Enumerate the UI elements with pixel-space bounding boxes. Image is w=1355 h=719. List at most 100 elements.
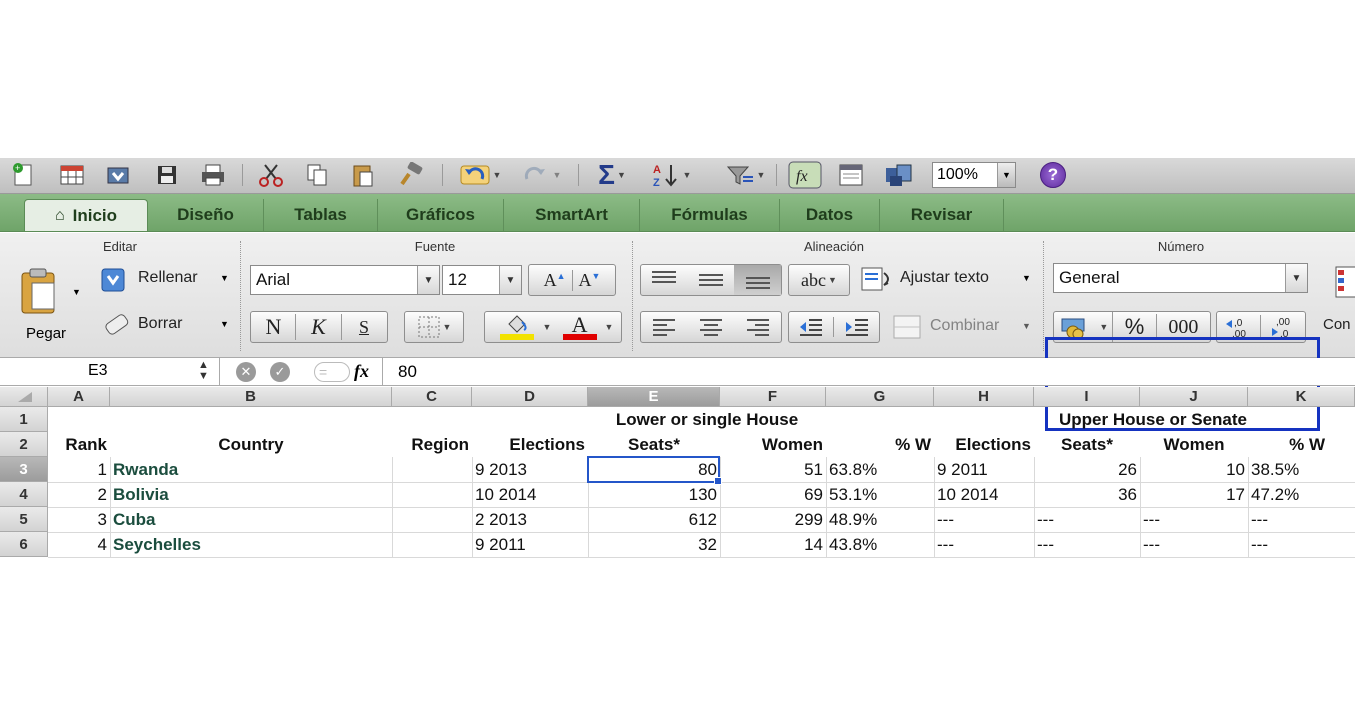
row-header[interactable]: 5	[0, 507, 48, 532]
fill-button[interactable]: Rellenar ▼	[100, 265, 234, 295]
conditional-format-button[interactable]: Con Fo	[1322, 261, 1355, 351]
increase-font-size-icon[interactable]: A▲	[538, 269, 573, 291]
cell-lower-house-title[interactable]: Lower or single House	[588, 407, 826, 432]
increase-indent-icon[interactable]	[834, 317, 879, 337]
cell-percent-women[interactable]: 53.1%	[826, 482, 934, 507]
cell-percent-women-upper[interactable]: 38.5%	[1248, 457, 1355, 482]
redo-button[interactable]: ▼	[516, 160, 566, 190]
cell-country[interactable]: Rwanda	[110, 457, 392, 482]
print-icon[interactable]	[196, 160, 230, 190]
cell-region[interactable]	[392, 457, 472, 482]
cell-rank[interactable]: 3	[48, 507, 110, 532]
cell-women[interactable]: 69	[720, 482, 826, 507]
header-cell[interactable]: Country	[110, 432, 392, 457]
header-cell[interactable]: Seats*	[588, 432, 720, 457]
cell-seats[interactable]: 32	[588, 532, 720, 557]
decrease-indent-icon[interactable]	[789, 317, 834, 337]
cell-percent-women-upper[interactable]: ---	[1248, 532, 1355, 557]
cell-rank[interactable]: 1	[48, 457, 110, 482]
tab-graficos[interactable]: Gráficos	[378, 199, 504, 231]
tab-revisar[interactable]: Revisar	[880, 199, 1004, 231]
toolbox-icon[interactable]	[834, 160, 868, 190]
open-icon[interactable]	[102, 160, 134, 190]
cell-country[interactable]: Seychelles	[110, 532, 392, 557]
fx-icon[interactable]: fx	[354, 361, 369, 382]
tab-smartart[interactable]: SmartArt	[504, 199, 640, 231]
cell-upper-house-title[interactable]: Upper House or Senate	[1034, 407, 1272, 432]
formula-mode-icon[interactable]: =	[314, 362, 350, 382]
cut-icon[interactable]	[254, 160, 288, 190]
merge-button[interactable]: Combinar ▼	[892, 311, 1038, 343]
cell-region[interactable]	[392, 507, 472, 532]
align-right-icon[interactable]	[734, 318, 781, 336]
cell-women-upper[interactable]: ---	[1140, 507, 1248, 532]
paste-icon[interactable]	[348, 160, 378, 190]
decrease-font-size-icon[interactable]: A▼	[573, 270, 607, 291]
row-header[interactable]: 4	[0, 482, 48, 507]
tab-inicio[interactable]: ⌂ Inicio	[24, 199, 148, 231]
header-cell[interactable]: Rank	[48, 432, 110, 457]
header-cell[interactable]: Region	[392, 432, 472, 457]
tab-diseno[interactable]: Diseño	[148, 199, 264, 231]
cell-country[interactable]: Cuba	[110, 507, 392, 532]
cell-elections-upper[interactable]: 10 2014	[934, 482, 1034, 507]
column-header[interactable]: F	[720, 387, 826, 407]
number-format-select[interactable]: General ▼	[1053, 263, 1308, 293]
new-document-icon[interactable]: +	[8, 160, 38, 190]
percent-button[interactable]: %	[1113, 314, 1157, 340]
tab-tablas[interactable]: Tablas	[264, 199, 378, 231]
column-header[interactable]: H	[934, 387, 1034, 407]
save-icon[interactable]	[152, 160, 182, 190]
sort-icon[interactable]: A Z ▼	[646, 160, 696, 190]
cell-percent-women-upper[interactable]: 47.2%	[1248, 482, 1355, 507]
font-size-select[interactable]: 12 ▼	[442, 265, 522, 295]
header-cell[interactable]: % W	[826, 432, 934, 457]
cell-region[interactable]	[392, 482, 472, 507]
cell-percent-women-upper[interactable]: ---	[1248, 507, 1355, 532]
cell-region[interactable]	[392, 532, 472, 557]
row-header[interactable]: 2	[0, 432, 48, 457]
clear-button[interactable]: Borrar ▼	[100, 311, 234, 341]
align-center-icon[interactable]	[688, 318, 735, 336]
header-cell[interactable]: Elections	[472, 432, 588, 457]
cell-country[interactable]: Bolivia	[110, 482, 392, 507]
cell-women[interactable]: 51	[720, 457, 826, 482]
function-icon[interactable]: fx	[786, 160, 824, 190]
active-cell-selection[interactable]	[587, 456, 722, 485]
gallery-icon[interactable]	[56, 160, 88, 190]
formula-input[interactable]: 80	[398, 362, 417, 382]
cell-women[interactable]: 14	[720, 532, 826, 557]
decrease-decimal-icon[interactable]: ,00,0	[1261, 315, 1305, 339]
wrap-text-button[interactable]: Ajustar texto ▼	[860, 263, 1038, 295]
cell-elections[interactable]: 10 2014	[472, 482, 588, 507]
cell-seats-upper[interactable]: ---	[1034, 507, 1140, 532]
cell-elections-upper[interactable]: ---	[934, 507, 1034, 532]
cell-seats-upper[interactable]: 36	[1034, 482, 1140, 507]
tab-formulas[interactable]: Fórmulas	[640, 199, 780, 231]
text-orientation-button[interactable]: abc ▼	[788, 264, 850, 296]
column-header[interactable]: D	[472, 387, 588, 407]
row-header[interactable]: 6	[0, 532, 48, 557]
help-icon[interactable]: ?	[1040, 162, 1066, 188]
cell-women-upper[interactable]: 10	[1140, 457, 1248, 482]
header-cell[interactable]: Women	[1140, 432, 1248, 457]
cell-women-upper[interactable]: ---	[1140, 532, 1248, 557]
font-color-icon[interactable]: A	[557, 312, 603, 342]
cell-elections-upper[interactable]: ---	[934, 532, 1034, 557]
paste-button[interactable]: ▼ Pegar	[14, 263, 84, 347]
cell-seats[interactable]: 612	[588, 507, 720, 532]
row-header[interactable]: 3	[0, 457, 48, 482]
column-header[interactable]: E	[588, 387, 720, 407]
increase-decimal-icon[interactable]: ,0,00	[1217, 315, 1262, 339]
undo-button[interactable]: ▼	[452, 160, 508, 190]
cell-elections[interactable]: 2 2013	[472, 507, 588, 532]
column-header[interactable]: A	[48, 387, 110, 407]
stepper-icon[interactable]: ▲ ▼	[198, 360, 209, 382]
column-header[interactable]: C	[392, 387, 472, 407]
filter-icon[interactable]: ▼	[720, 160, 770, 190]
cell-seats-upper[interactable]: ---	[1034, 532, 1140, 557]
name-box[interactable]: E3 ▲ ▼	[0, 358, 220, 386]
cell-rank[interactable]: 4	[48, 532, 110, 557]
autosum-icon[interactable]: Σ ▼	[590, 159, 634, 190]
fill-color-icon[interactable]	[493, 312, 541, 342]
